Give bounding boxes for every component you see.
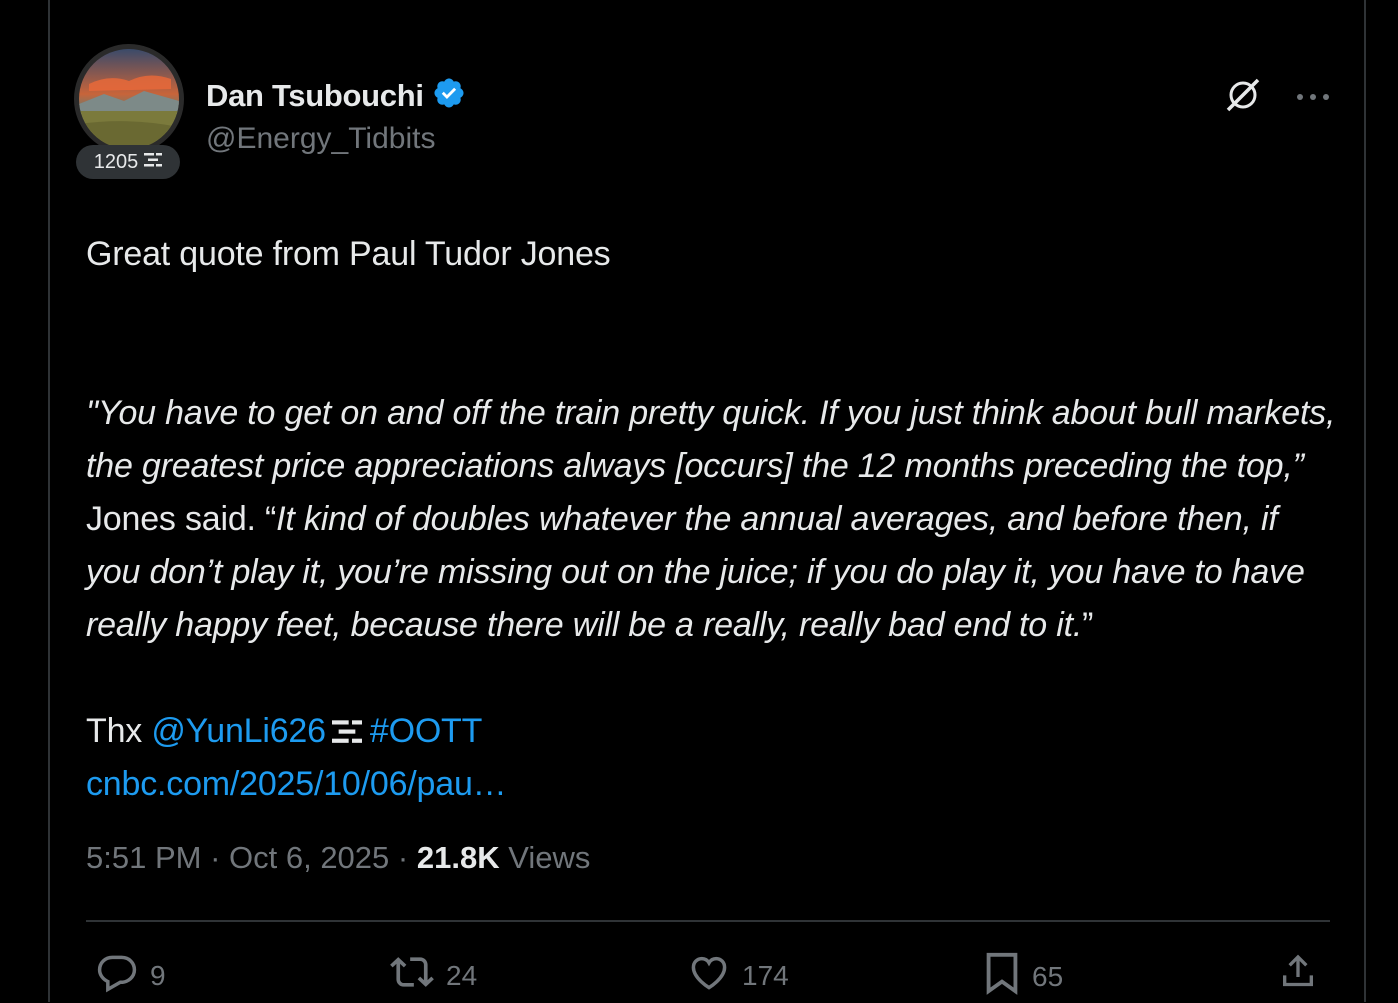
heart-icon (686, 950, 732, 1001)
meta-sep: · (389, 840, 417, 875)
share-icon (1278, 950, 1318, 1001)
reply-button[interactable]: 9 (94, 950, 166, 1001)
repost-button[interactable]: 24 (388, 950, 477, 1001)
like-button[interactable]: 174 (686, 950, 789, 1001)
views-label: Views (499, 840, 591, 875)
divider (86, 920, 1330, 922)
like-count: 174 (742, 959, 789, 991)
avatar[interactable] (74, 44, 184, 154)
quote-end: ” (1082, 606, 1094, 644)
tweet-thanks: Thx @YunLi626 #OOTT (86, 705, 1336, 758)
repost-icon (388, 950, 436, 1001)
views-count: 21.8K (416, 840, 500, 875)
author-name-row[interactable]: Dan Tsubouchi (206, 76, 466, 115)
action-bar: 9 24 174 65 (94, 950, 1324, 1000)
bookmark-button[interactable]: 65 (982, 950, 1063, 1003)
article-link[interactable]: cnbc.com/2025/10/06/pau… (86, 758, 1336, 811)
verified-badge-icon (432, 76, 466, 115)
author-handle[interactable]: @Energy_Tidbits (206, 122, 435, 156)
stack-icon (144, 151, 163, 174)
stack-icon (331, 718, 362, 746)
quote-part-1: "You have to get on and off the train pr… (86, 394, 1336, 485)
tweet-text: Great quote from Paul Tudor Jones "You h… (86, 228, 1336, 811)
tweet-quote: "You have to get on and off the train pr… (86, 387, 1336, 652)
tweet-meta: 5:51 PM · Oct 6, 2025 · 21.8K Views (86, 840, 590, 876)
author-name[interactable]: Dan Tsubouchi (206, 78, 424, 114)
more-options-icon[interactable] (1296, 89, 1330, 107)
badge-count-text: 1205 (93, 150, 139, 173)
tweet-date[interactable]: Oct 6, 2025 (229, 840, 389, 875)
follower-badge: 1205 (76, 145, 180, 179)
quote-attribution: Jones said. “ (86, 500, 277, 538)
tweet-top-actions (1224, 76, 1330, 119)
bookmark-icon (982, 950, 1022, 1003)
hashtag-link[interactable]: #OOTT (370, 705, 483, 758)
grok-icon[interactable] (1224, 76, 1262, 119)
tweet-intro: Great quote from Paul Tudor Jones (86, 235, 611, 273)
mention-link[interactable]: @YunLi626 (151, 705, 326, 758)
tweet-time[interactable]: 5:51 PM (86, 840, 201, 875)
thx-text: Thx (86, 712, 152, 750)
bookmark-count: 65 (1032, 960, 1064, 992)
share-button[interactable] (1278, 950, 1318, 1001)
repost-count: 24 (446, 959, 478, 991)
reply-icon (94, 950, 140, 1001)
reply-count: 9 (150, 959, 166, 991)
meta-sep: · (201, 840, 230, 875)
